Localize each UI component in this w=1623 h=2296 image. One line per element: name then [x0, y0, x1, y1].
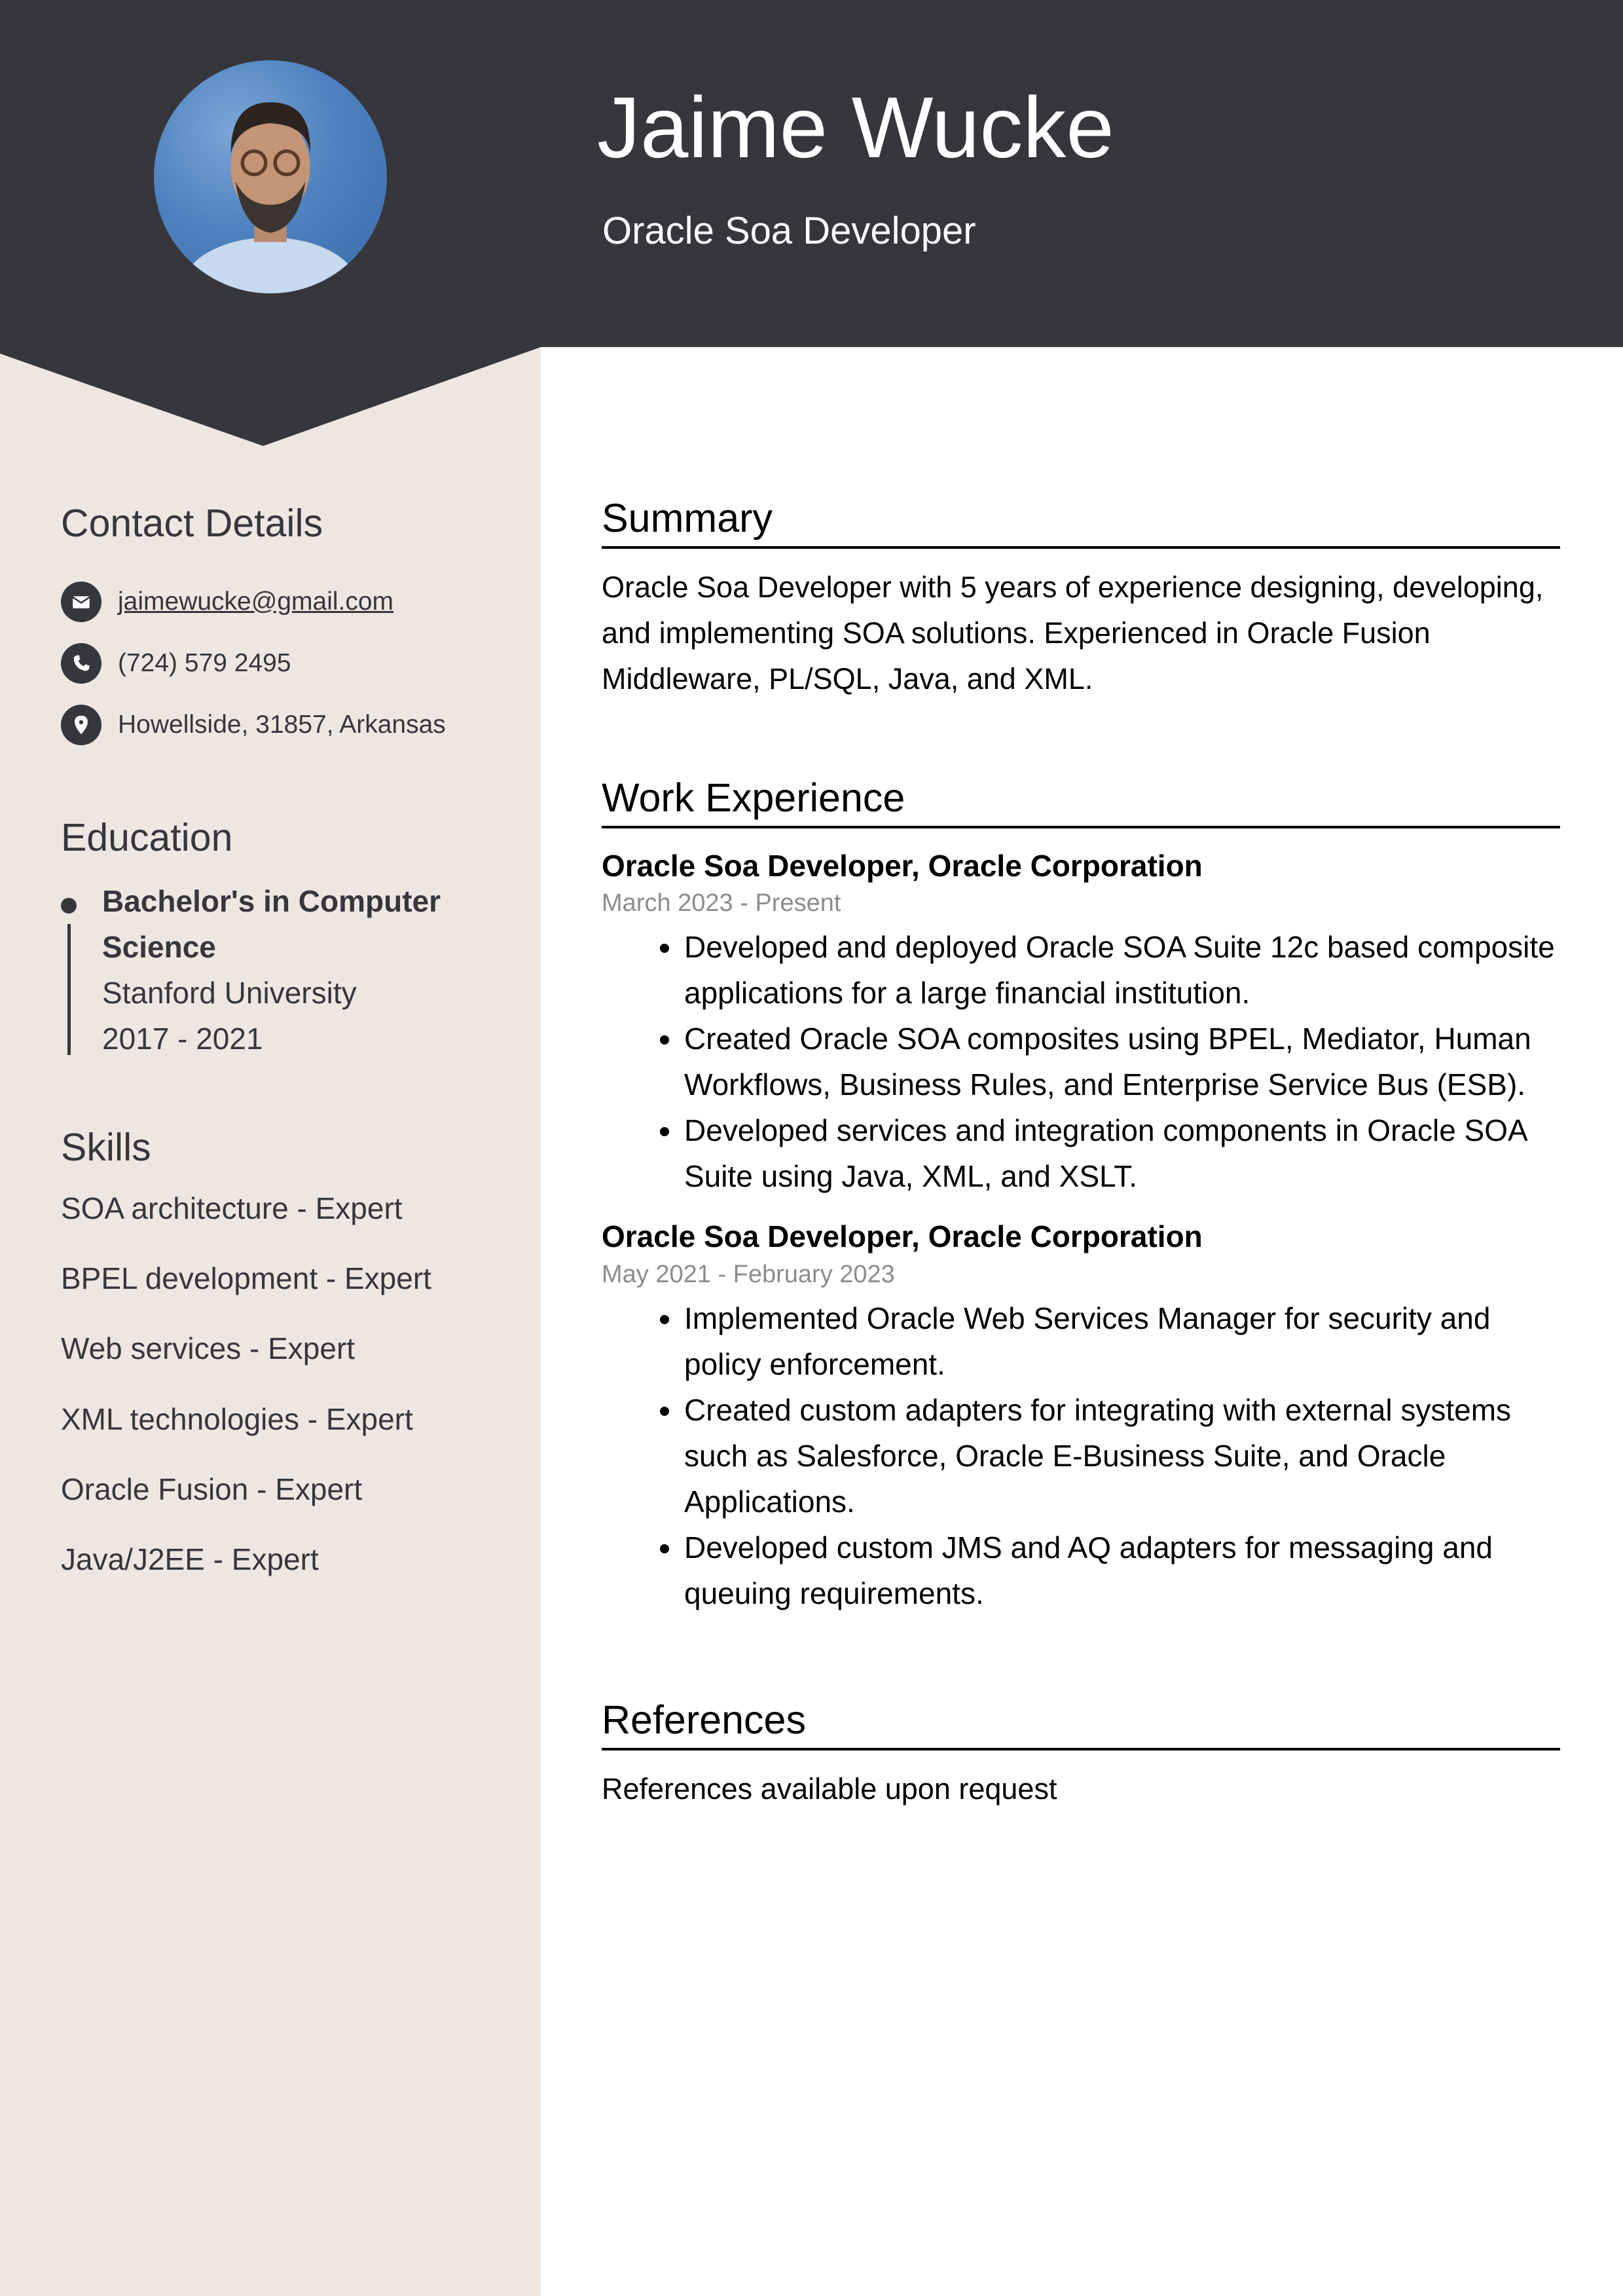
- header-chevron: [0, 346, 541, 446]
- skill-item: BPEL development - Expert: [61, 1261, 431, 1296]
- education-heading: Education: [61, 816, 233, 859]
- education-entry: Bachelor's in Computer Science Stanford …: [61, 878, 519, 1062]
- bullet-item: Created custom adapters for integrating …: [683, 1387, 1560, 1525]
- contact-location: Howellside, 31857, Arkansas: [61, 705, 519, 745]
- job-dates: May 2021 - February 2023: [602, 1260, 895, 1288]
- skill-item: Web services - Expert: [61, 1331, 356, 1366]
- skill-item: Java/J2EE - Expert: [61, 1542, 319, 1576]
- bullet-item: Implemented Oracle Web Services Manager …: [683, 1295, 1560, 1387]
- contact-section: Contact Details jaimewucke@gmail.com (72…: [61, 501, 519, 766]
- contact-phone: (724) 579 2495: [61, 643, 519, 684]
- contact-heading: Contact Details: [61, 502, 323, 545]
- summary-heading: Summary: [602, 494, 1560, 549]
- email-link[interactable]: jaimewucke@gmail.com: [118, 587, 393, 616]
- skill-item: SOA architecture - Expert: [61, 1191, 403, 1225]
- education-years: 2017 - 2021: [102, 1022, 263, 1056]
- job-title: Oracle Soa Developer, Oracle Corporation: [602, 849, 1203, 883]
- bullet-item: Developed services and integration compo…: [683, 1107, 1560, 1199]
- profile-photo: [154, 60, 387, 293]
- skills-section: Skills SOA architecture - Expert BPEL de…: [61, 1125, 519, 1612]
- person-photo-icon: [181, 102, 359, 293]
- summary-section: Summary Oracle Soa Developer with 5 year…: [602, 494, 1560, 702]
- timeline-line: [67, 924, 71, 1055]
- location-pin-icon: [61, 705, 101, 745]
- school-name: Stanford University: [102, 976, 357, 1010]
- phone-icon: [61, 643, 101, 684]
- candidate-title: Oracle Soa Developer: [602, 210, 976, 252]
- job-bullets: Implemented Oracle Web Services Manager …: [602, 1295, 1560, 1616]
- work-experience-section: Work Experience Oracle Soa Developer, Or…: [602, 774, 1560, 1616]
- degree-line-1: Bachelor's in Computer: [102, 884, 441, 918]
- job-dates: March 2023 - Present: [602, 889, 841, 917]
- references-section: References References available upon req…: [602, 1696, 1560, 1812]
- references-heading: References: [602, 1696, 1560, 1751]
- phone-number: (724) 579 2495: [118, 649, 291, 677]
- job-title: Oracle Soa Developer, Oracle Corporation: [602, 1219, 1203, 1254]
- bullet-item: Created Oracle SOA composites using BPEL…: [683, 1016, 1560, 1107]
- job-entry: Oracle Soa Developer, Oracle Corporation…: [602, 848, 1560, 1199]
- work-experience-heading: Work Experience: [602, 774, 1560, 829]
- location-text: Howellside, 31857, Arkansas: [118, 711, 446, 739]
- skill-item: XML technologies - Expert: [61, 1401, 413, 1436]
- education-section: Education Bachelor's in Computer Science…: [61, 815, 519, 1062]
- envelope-icon: [61, 582, 101, 622]
- candidate-name: Jaime Wucke: [597, 79, 1114, 176]
- skills-heading: Skills: [61, 1126, 151, 1169]
- contact-email: jaimewucke@gmail.com: [61, 582, 519, 622]
- job-bullets: Developed and deployed Oracle SOA Suite …: [602, 924, 1560, 1199]
- summary-text: Oracle Soa Developer with 5 years of exp…: [602, 570, 1544, 696]
- bullet-item: Developed and deployed Oracle SOA Suite …: [683, 924, 1560, 1016]
- timeline-dot: [61, 898, 77, 914]
- job-entry: Oracle Soa Developer, Oracle Corporation…: [602, 1219, 1560, 1616]
- bullet-item: Developed custom JMS and AQ adapters for…: [683, 1525, 1560, 1616]
- references-text: References available upon request: [602, 1772, 1057, 1806]
- degree-line-2: Science: [102, 930, 216, 964]
- skill-item: Oracle Fusion - Expert: [61, 1472, 363, 1506]
